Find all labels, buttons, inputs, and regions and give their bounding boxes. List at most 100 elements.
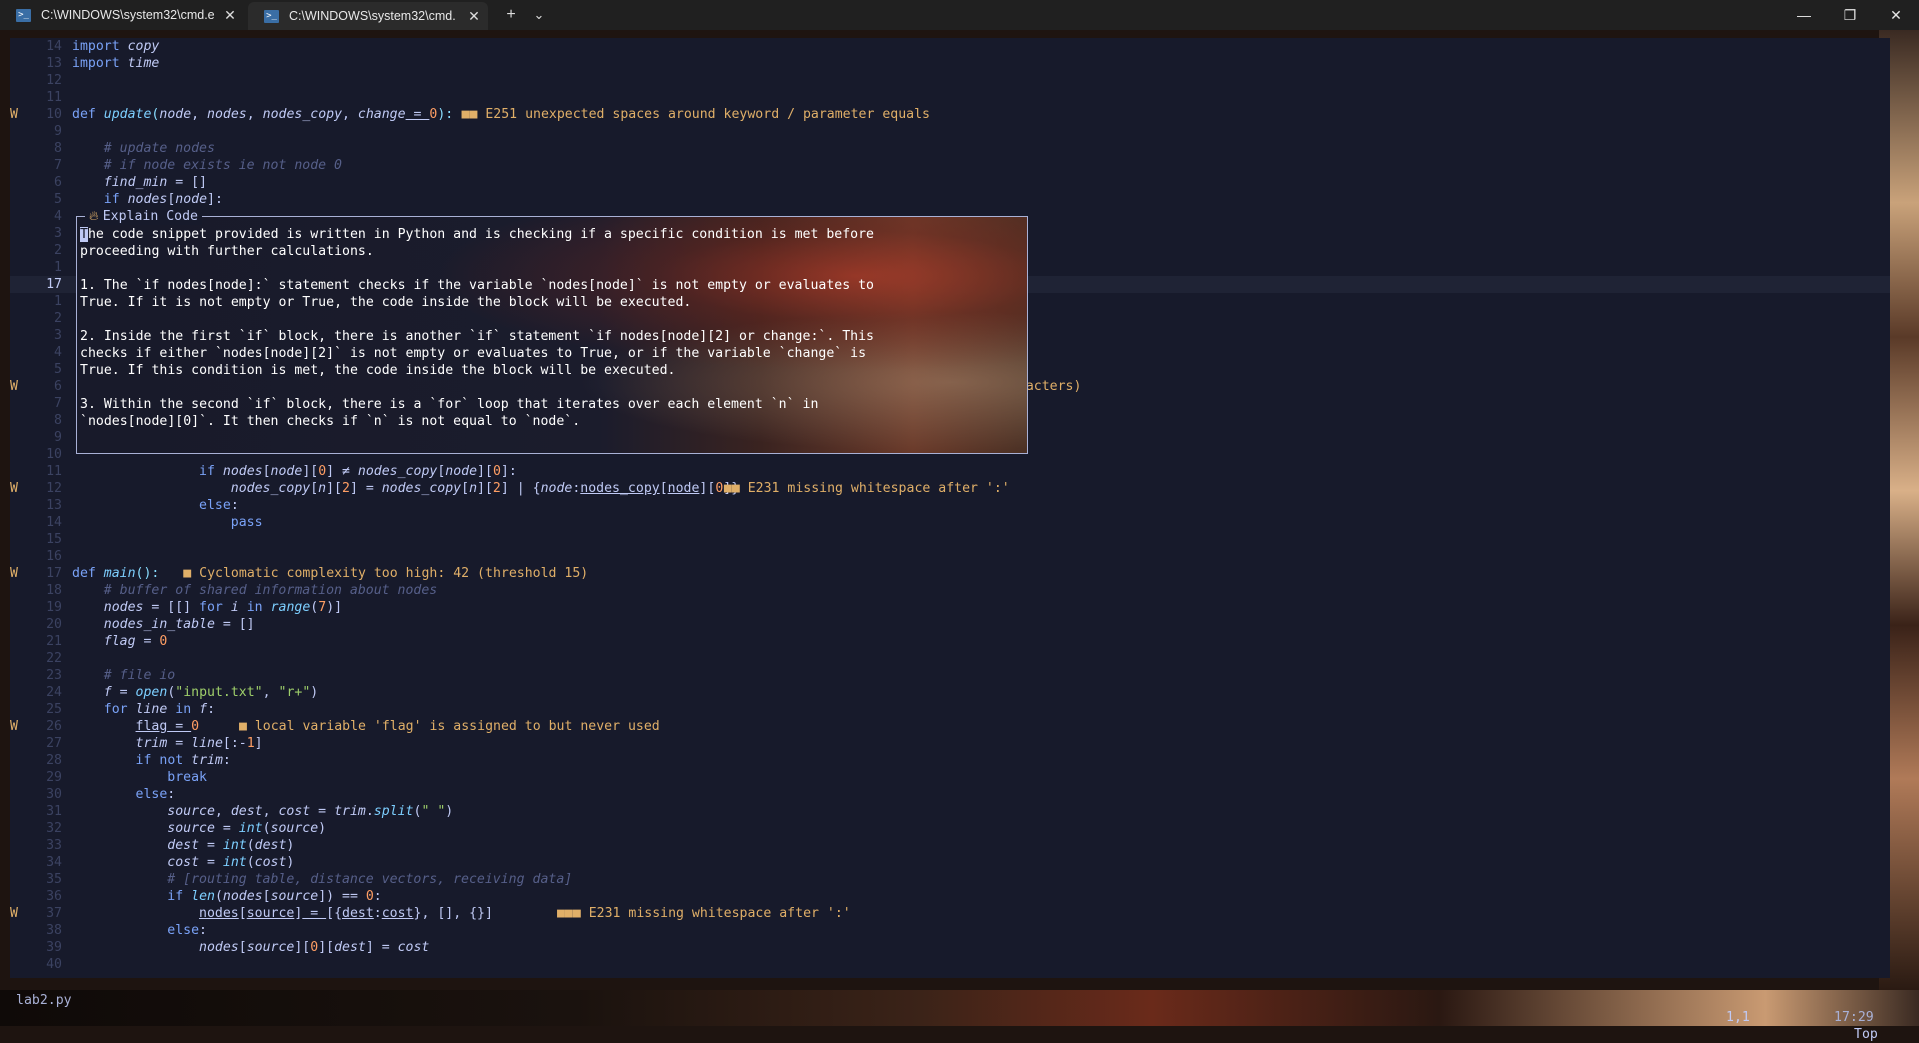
close-tab-icon[interactable]: ✕: [460, 8, 488, 25]
code-line[interactable]: 15: [10, 531, 1890, 548]
code-line[interactable]: 39 nodes[source][0][dest] = cost: [10, 939, 1890, 956]
code-token: [{: [326, 906, 343, 921]
code-line[interactable]: W 37 nodes[source] = [{dest:cost}, [], {}…: [10, 905, 1890, 922]
line-number: 7: [54, 396, 62, 411]
code-line[interactable]: 8 # update nodes: [10, 140, 1890, 157]
tab-dropdown-button[interactable]: ⌄: [526, 0, 552, 30]
code-line[interactable]: 9: [10, 123, 1890, 140]
line-number: 18: [46, 583, 62, 598]
code-text: find_min = []: [72, 174, 207, 191]
code-line[interactable]: W 26 flag = 0 ■ local variable 'flag' is a…: [10, 718, 1890, 735]
code-token: nodes: [222, 889, 263, 904]
code-line[interactable]: 38 else:: [10, 922, 1890, 939]
line-number: 21: [46, 634, 62, 649]
code-line[interactable]: 32 source = int(source): [10, 820, 1890, 837]
code-line[interactable]: 36 if len(nodes[source]) == 0:: [10, 888, 1890, 905]
text-cursor: T: [80, 227, 88, 242]
code-line[interactable]: 24 f = open("input.txt", "r+"): [10, 684, 1890, 701]
code-line[interactable]: W 17 def main(): ■ Cyclomatic complexity to…: [10, 565, 1890, 582]
code-line[interactable]: 33 dest = int(dest): [10, 837, 1890, 854]
code-token: 0: [310, 940, 319, 955]
explanation-line: True. If it is not empty or True, the co…: [80, 295, 692, 310]
code-line[interactable]: 27 trim = line[:-1]: [10, 735, 1890, 752]
code-token: ][: [477, 464, 493, 479]
line-number: 1: [54, 294, 62, 309]
code-line[interactable]: 20 nodes_in_table = []: [10, 616, 1890, 633]
code-line[interactable]: W 10 def update(node, nodes, nodes_copy, c…: [10, 106, 1890, 123]
code-line[interactable]: 13 else:: [10, 497, 1890, 514]
code-token: =: [167, 736, 192, 751]
explain-code-popup: 🔥︎ Explain Code The code snippet provided…: [76, 208, 1028, 454]
line-number: 22: [46, 651, 62, 666]
code-token: cost: [397, 940, 430, 955]
line-number: 9: [54, 124, 62, 139]
explanation-line: proceeding with further calculations.: [80, 244, 374, 259]
explanation-line: 2. Inside the first `if` block, there is…: [80, 329, 874, 344]
new-tab-button[interactable]: +: [496, 0, 526, 30]
code-line[interactable]: 21 flag = 0: [10, 633, 1890, 650]
code-line[interactable]: 35 # [routing table, distance vectors, r…: [10, 871, 1890, 888]
code-line[interactable]: 25 for line in f:: [10, 701, 1890, 718]
diagnostic-message: ■■ E251 unexpected spaces around keyword…: [461, 107, 930, 122]
line-number: 13: [46, 498, 62, 513]
code-line[interactable]: 22: [10, 650, 1890, 667]
line-number: 13: [46, 56, 62, 71]
code-token: if: [135, 753, 152, 768]
code-line[interactable]: 29 break: [10, 769, 1890, 786]
code-line[interactable]: 40: [10, 956, 1890, 973]
code-line[interactable]: W 12 nodes_copy[n][2] = nodes_copy[n][2] …: [10, 480, 1890, 497]
code-line[interactable]: 12: [10, 72, 1890, 89]
code-line[interactable]: 31 source, dest, cost = trim.split(" "): [10, 803, 1890, 820]
tab-cmd-1[interactable]: >_ C:\WINDOWS\system32\cmd.e ✕: [0, 0, 244, 30]
code-line[interactable]: 28 if not trim:: [10, 752, 1890, 769]
close-tab-icon[interactable]: ✕: [216, 7, 244, 24]
code-line[interactable]: 23 # file io: [10, 667, 1890, 684]
diagnostic-message: ■ local variable 'flag' is assigned to b…: [238, 719, 660, 734]
code-token: =: [214, 821, 239, 836]
code-token: "input.txt": [175, 685, 263, 700]
tab-cmd-2[interactable]: >_ C:\WINDOWS\system32\cmd. ✕: [248, 2, 488, 30]
command-line: 1,1 Top: [10, 992, 1890, 1042]
code-token: ]:: [500, 464, 517, 479]
code-line[interactable]: 5 if nodes[node]:: [10, 191, 1890, 208]
minimize-button[interactable]: —: [1781, 0, 1827, 30]
line-number: 17: [46, 277, 62, 292]
code-line[interactable]: 16: [10, 548, 1890, 565]
line-number: 3: [54, 226, 62, 241]
sign-column: W: [10, 719, 18, 734]
line-number: 12: [46, 73, 62, 88]
maximize-button[interactable]: ❐: [1827, 0, 1873, 30]
code-line[interactable]: 11: [10, 89, 1890, 106]
code-token: "r+": [278, 685, 311, 700]
code-token: for: [199, 600, 223, 615]
code-text: nodes_in_table = []: [72, 616, 255, 633]
code-token: 0: [318, 464, 327, 479]
code-line[interactable]: 14 pass: [10, 514, 1890, 531]
code-token: split: [373, 804, 414, 819]
code-line[interactable]: 13 import time: [10, 55, 1890, 72]
code-line[interactable]: 18 # buffer of shared information about …: [10, 582, 1890, 599]
close-window-button[interactable]: ✕: [1873, 0, 1919, 30]
line-number: 40: [46, 957, 62, 972]
code-token: # file io: [103, 668, 176, 683]
code-line[interactable]: 30 else:: [10, 786, 1890, 803]
code-line[interactable]: 34 cost = int(cost): [10, 854, 1890, 871]
code-line[interactable]: 14 import copy: [10, 38, 1890, 55]
code-token: node: [445, 464, 478, 479]
vim-editor[interactable]: 14 import copy 13 import time 12 11 W 10 def upd…: [10, 38, 1890, 978]
code-line[interactable]: 11 if nodes[node][0] ≠ nodes_copy[node][…: [10, 463, 1890, 480]
code-text: # [routing table, distance vectors, rece…: [72, 871, 572, 888]
code-line[interactable]: 7 # if node exists ie not node 0: [10, 157, 1890, 174]
code-line[interactable]: 19 nodes = [[] for i in range(7)]: [10, 599, 1890, 616]
code-line[interactable]: 6 find_min = []: [10, 174, 1890, 191]
